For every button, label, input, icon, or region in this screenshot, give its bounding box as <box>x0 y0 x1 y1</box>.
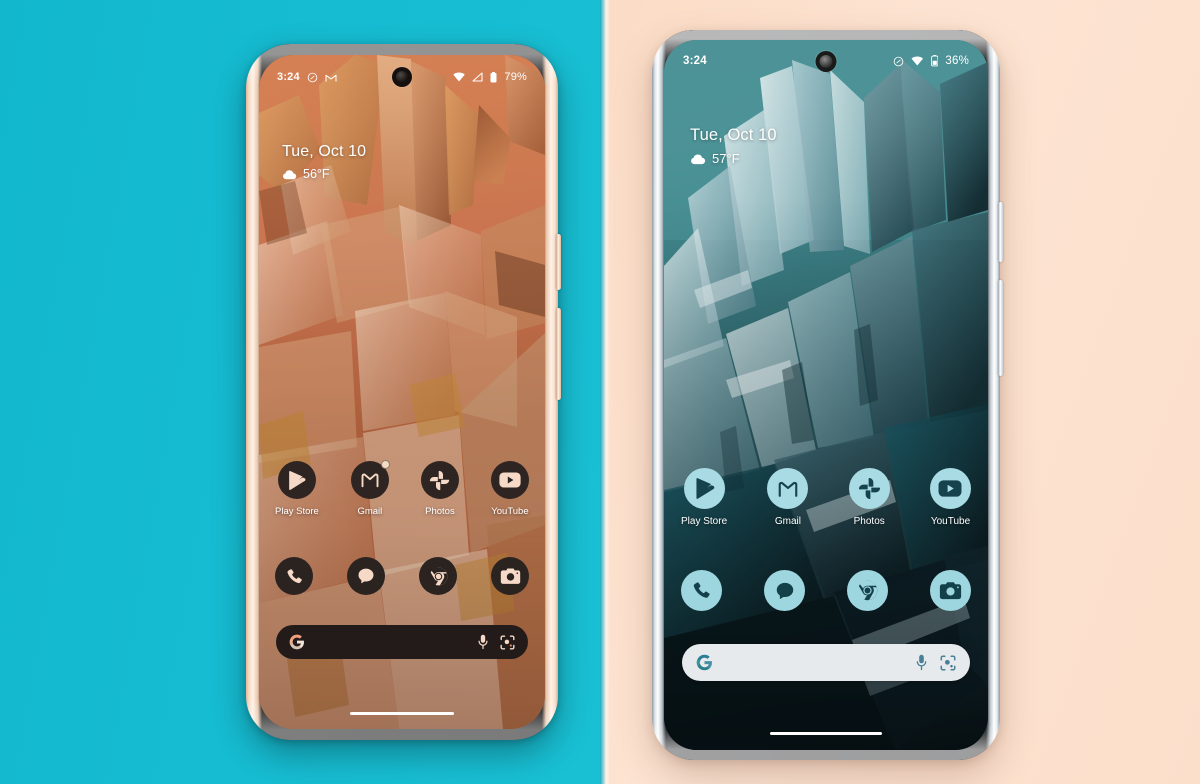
play-store-icon[interactable] <box>277 461 316 499</box>
volume-button-right[interactable] <box>998 280 1003 376</box>
notification-badge-dot <box>380 460 390 469</box>
wifi-icon <box>453 72 466 82</box>
app-youtube[interactable]: YouTube <box>929 468 971 527</box>
messages-icon[interactable] <box>764 570 805 611</box>
search-input[interactable] <box>713 655 915 670</box>
power-button-left[interactable] <box>556 234 561 290</box>
phone-screen-left[interactable]: 3:24 79% Tue, Oct 10 56°F Play Store Gma… <box>259 55 545 729</box>
phone-device-left[interactable]: 3:24 79% Tue, Oct 10 56°F Play Store Gma… <box>246 44 561 740</box>
battery-percent: 36% <box>945 55 969 67</box>
app-photos[interactable]: Photos <box>848 468 890 527</box>
home-gesture-pill-left[interactable] <box>350 712 454 715</box>
at-a-glance-widget-left[interactable]: Tue, Oct 10 56°F <box>282 143 366 181</box>
do-not-disturb-icon <box>307 72 318 83</box>
chrome-icon[interactable] <box>419 557 457 595</box>
cloud-icon <box>690 153 706 165</box>
youtube-icon[interactable] <box>929 468 971 509</box>
youtube-icon[interactable] <box>490 461 529 499</box>
app-gmail[interactable]: Gmail <box>350 460 390 517</box>
widget-date: Tue, Oct 10 <box>690 126 777 144</box>
google-search-bar-left[interactable] <box>276 625 528 659</box>
app-label: Play Store <box>275 506 319 517</box>
battery-percent: 79% <box>504 71 527 83</box>
front-camera-punchhole-right <box>815 51 837 72</box>
app-label: Gmail <box>774 516 801 527</box>
dock-left <box>275 557 529 595</box>
front-camera-punchhole-left <box>392 67 412 87</box>
gmail-status-icon <box>325 73 337 82</box>
phone-device-right[interactable]: 3:24 36% Tue, Oct 10 57°F Play Store Gma… <box>652 30 1003 760</box>
home-gesture-pill-right[interactable] <box>770 731 882 735</box>
phone-icon[interactable] <box>275 557 313 595</box>
app-gmail[interactable]: Gmail <box>767 468 809 527</box>
battery-icon <box>490 71 497 83</box>
app-label: YouTube <box>930 516 971 527</box>
gmail-icon[interactable] <box>350 460 390 499</box>
app-play-store[interactable]: Play Store <box>681 468 727 527</box>
google-g-icon <box>289 634 305 650</box>
status-time: 3:24 <box>277 71 300 83</box>
at-a-glance-widget-right[interactable]: Tue, Oct 10 57°F <box>690 126 777 166</box>
widget-temperature: 57°F <box>712 151 740 166</box>
dock-right <box>681 570 971 611</box>
google-photos-icon[interactable] <box>420 461 459 499</box>
camera-icon[interactable] <box>491 557 529 595</box>
phone-icon[interactable] <box>681 570 722 611</box>
do-not-disturb-icon <box>893 56 904 67</box>
app-youtube[interactable]: YouTube <box>490 461 529 517</box>
battery-icon <box>931 55 939 67</box>
google-lens-icon[interactable] <box>940 655 956 671</box>
microphone-icon[interactable] <box>915 654 928 671</box>
app-play-store[interactable]: Play Store <box>275 461 319 517</box>
google-g-icon <box>696 654 713 671</box>
app-label: Photos <box>425 506 455 517</box>
app-label: YouTube <box>491 506 529 517</box>
widget-temperature: 56°F <box>303 167 330 181</box>
status-time: 3:24 <box>683 55 707 67</box>
app-label: Gmail <box>357 506 383 517</box>
wifi-icon <box>911 56 924 66</box>
google-photos-icon[interactable] <box>848 468 890 509</box>
camera-icon[interactable] <box>930 570 971 611</box>
power-button-right[interactable] <box>998 202 1003 262</box>
widget-date: Tue, Oct 10 <box>282 143 367 160</box>
phone-screen-right[interactable]: 3:24 36% Tue, Oct 10 57°F Play Store Gma… <box>664 40 988 750</box>
app-row-left: Play Store Gmail Photos YouTube <box>275 460 529 517</box>
app-photos[interactable]: Photos <box>420 461 459 517</box>
background-seam <box>600 0 610 784</box>
gmail-icon[interactable] <box>767 468 809 509</box>
signal-icon <box>472 72 483 82</box>
chrome-icon[interactable] <box>847 570 888 611</box>
messages-icon[interactable] <box>347 557 385 595</box>
google-lens-icon[interactable] <box>500 634 515 650</box>
app-label: Photos <box>853 516 885 527</box>
app-row-right: Play Store Gmail Photos YouTube <box>681 468 971 527</box>
volume-button-left[interactable] <box>556 308 561 400</box>
microphone-icon[interactable] <box>477 634 489 650</box>
play-store-icon[interactable] <box>683 468 725 509</box>
app-label: Play Store <box>681 516 728 527</box>
cloud-icon <box>282 169 297 180</box>
backdrop <box>0 0 1200 784</box>
google-search-bar-right[interactable] <box>682 644 970 681</box>
search-input[interactable] <box>305 636 477 648</box>
